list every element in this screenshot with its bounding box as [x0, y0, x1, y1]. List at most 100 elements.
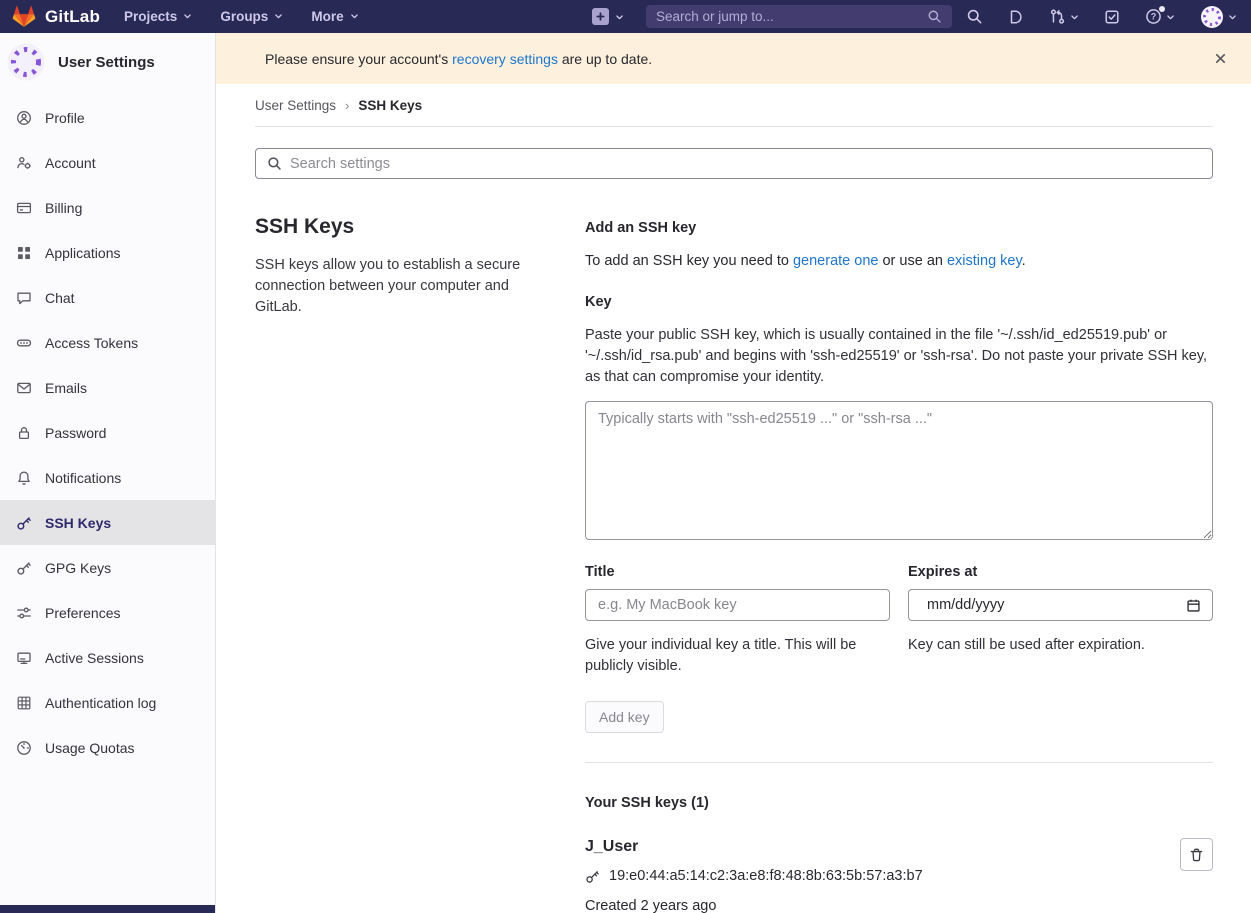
- ssh-keys-summary: SSH Keys SSH keys allow you to establish…: [255, 204, 555, 913]
- applications-icon: [16, 245, 32, 261]
- key-title-input[interactable]: [585, 589, 890, 621]
- preferences-icon: [16, 605, 32, 621]
- expires-at-value: mm/dd/yyyy: [927, 597, 1186, 613]
- add-ssh-key-intro: To add an SSH key you need to generate o…: [585, 251, 1213, 271]
- avatar: [1200, 5, 1224, 29]
- settings-search-input[interactable]: [290, 156, 1201, 172]
- global-search[interactable]: [646, 5, 952, 28]
- navbar-icon-group: ?: [966, 5, 1237, 29]
- ssh-key-created: Created 2 years ago: [585, 898, 1180, 913]
- chevron-down-icon: [1166, 9, 1175, 25]
- sidebar-bottom-bar: [0, 905, 215, 913]
- key-icon: [585, 869, 600, 884]
- recovery-settings-link[interactable]: recovery settings: [452, 51, 558, 67]
- new-menu-button[interactable]: [592, 8, 624, 25]
- nav-more[interactable]: More: [311, 9, 358, 24]
- issues-button[interactable]: [1008, 9, 1024, 25]
- breadcrumb-separator-icon: ›: [345, 98, 349, 113]
- gitlab-tanuki-logo-icon: [12, 5, 36, 28]
- sidebar-item-billing[interactable]: Billing: [0, 185, 215, 230]
- add-key-button[interactable]: Add key: [585, 701, 664, 733]
- sidebar-item-chat[interactable]: Chat: [0, 275, 215, 320]
- emails-icon: [16, 380, 32, 396]
- sidebar-item-ssh-keys[interactable]: SSH Keys: [0, 500, 215, 545]
- sidebar-item-active-sessions[interactable]: Active Sessions: [0, 635, 215, 680]
- sidebar-item-gpg-keys[interactable]: GPG Keys: [0, 545, 215, 590]
- settings-sidebar: User Settings Profile Account Billing Ap…: [0, 33, 216, 913]
- authentication-log-icon: [16, 695, 32, 711]
- ssh-key-name: J_User: [585, 838, 1180, 856]
- key-field-help: Paste your public SSH key, which is usua…: [585, 325, 1213, 388]
- chevron-down-icon: [350, 9, 359, 24]
- notifications-icon: [16, 470, 32, 486]
- sidebar-item-preferences[interactable]: Preferences: [0, 590, 215, 635]
- breadcrumb: User Settings › SSH Keys: [255, 84, 1213, 127]
- sidebar-item-notifications[interactable]: Notifications: [0, 455, 215, 500]
- nav-groups[interactable]: Groups: [220, 9, 283, 24]
- chevron-down-icon: [1070, 9, 1079, 25]
- sidebar-item-profile[interactable]: Profile: [0, 95, 215, 140]
- todos-button[interactable]: [1104, 9, 1120, 25]
- close-icon: [1214, 52, 1227, 65]
- page-description: SSH keys allow you to establish a secure…: [255, 255, 555, 318]
- recovery-settings-alert: Please ensure your account's recovery se…: [216, 33, 1251, 84]
- title-field-label: Title: [585, 564, 890, 580]
- trash-icon: [1189, 847, 1204, 863]
- expires-field-label: Expires at: [908, 564, 1213, 580]
- help-button[interactable]: ?: [1145, 8, 1175, 25]
- sidebar-item-applications[interactable]: Applications: [0, 230, 215, 275]
- alert-text-after: are up to date.: [562, 51, 652, 67]
- search-icon: [927, 9, 942, 24]
- calendar-icon[interactable]: [1186, 598, 1201, 613]
- profile-icon: [16, 110, 32, 126]
- usage-quotas-icon: [16, 740, 32, 756]
- section-divider: [585, 762, 1213, 763]
- delete-key-button[interactable]: [1180, 838, 1213, 871]
- plus-icon: [592, 8, 609, 25]
- chevron-down-icon: [274, 9, 283, 24]
- brand-name: GitLab: [45, 7, 100, 27]
- sidebar-title: User Settings: [58, 54, 155, 71]
- search-button[interactable]: [966, 8, 983, 25]
- sidebar-item-access-tokens[interactable]: Access Tokens: [0, 320, 215, 365]
- sidebar-item-authentication-log[interactable]: Authentication log: [0, 680, 215, 725]
- chevron-down-icon: [183, 9, 192, 24]
- ssh-key-fingerprint: 19:e0:44:a5:14:c2:3a:e8:f8:48:8b:63:5b:5…: [609, 868, 923, 884]
- nav-projects[interactable]: Projects: [124, 9, 192, 24]
- merge-request-icon: [1049, 8, 1066, 25]
- expires-at-input[interactable]: mm/dd/yyyy: [908, 589, 1213, 621]
- chat-icon: [16, 290, 32, 306]
- main-content: User Settings › SSH Keys SSH Keys SSH ke…: [216, 84, 1251, 913]
- existing-key-link[interactable]: existing key: [947, 253, 1022, 269]
- alert-close-button[interactable]: [1205, 44, 1235, 74]
- sidebar-item-password[interactable]: Password: [0, 410, 215, 455]
- page-title: SSH Keys: [255, 215, 555, 239]
- add-ssh-key-heading: Add an SSH key: [585, 220, 1213, 236]
- sidebar-item-account[interactable]: Account: [0, 140, 215, 185]
- search-icon: [966, 8, 983, 25]
- gitlab-home-link[interactable]: GitLab: [12, 5, 100, 28]
- breadcrumb-current: SSH Keys: [358, 98, 422, 113]
- alert-text-before: Please ensure your account's: [265, 51, 448, 67]
- sidebar-item-usage-quotas[interactable]: Usage Quotas: [0, 725, 215, 770]
- generate-one-link[interactable]: generate one: [793, 253, 878, 269]
- user-menu-button[interactable]: [1200, 5, 1237, 29]
- notification-dot: [1159, 6, 1165, 12]
- sidebar-item-emails[interactable]: Emails: [0, 365, 215, 410]
- svg-text:?: ?: [1151, 12, 1157, 22]
- merge-requests-button[interactable]: [1049, 8, 1079, 25]
- your-ssh-keys-heading: Your SSH keys (1): [585, 795, 1213, 811]
- ssh-keys-icon: [16, 515, 32, 531]
- password-icon: [16, 425, 32, 441]
- settings-search[interactable]: [255, 148, 1213, 179]
- search-icon: [267, 156, 282, 171]
- chevron-down-icon: [615, 9, 624, 25]
- expires-field-help: Key can still be used after expiration.: [908, 635, 1213, 656]
- ssh-key-textarea[interactable]: [585, 401, 1213, 540]
- global-search-input[interactable]: [656, 9, 927, 24]
- breadcrumb-user-settings[interactable]: User Settings: [255, 98, 336, 113]
- title-field-help: Give your individual key a title. This w…: [585, 635, 890, 677]
- account-icon: [16, 155, 32, 171]
- gpg-keys-icon: [16, 560, 32, 576]
- issues-icon: [1008, 9, 1024, 25]
